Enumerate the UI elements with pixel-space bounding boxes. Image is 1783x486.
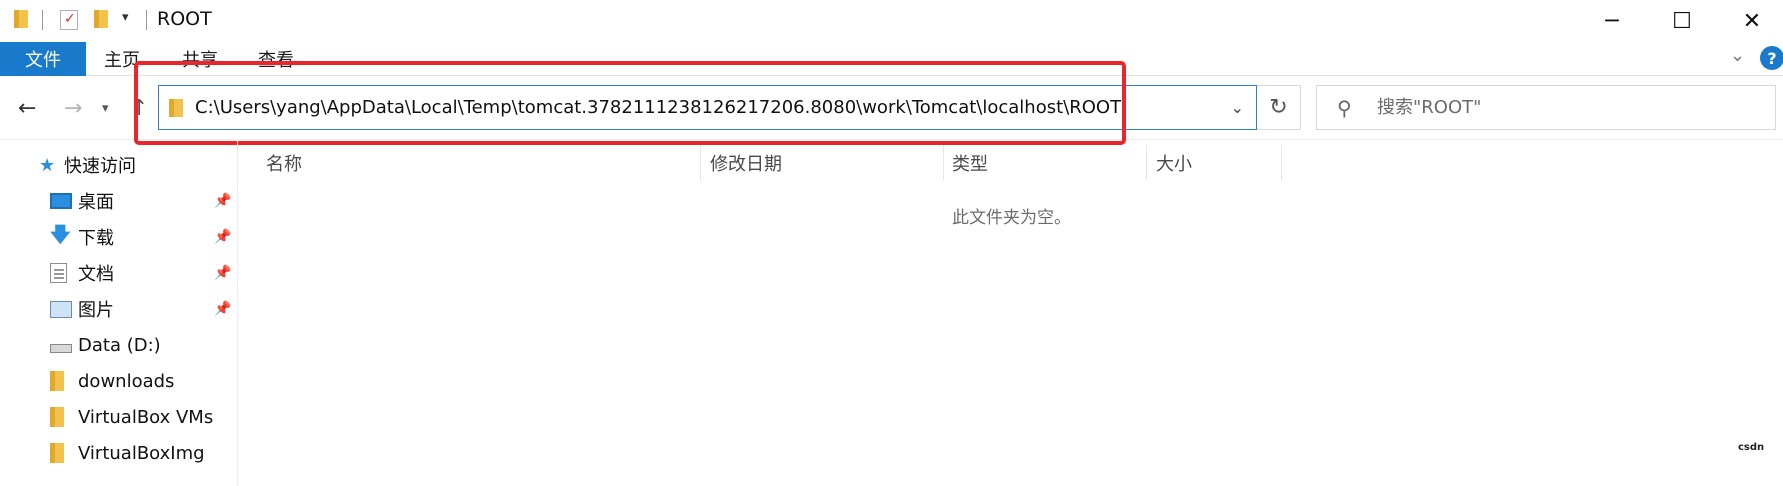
download-icon: 🡇 bbox=[50, 222, 71, 246]
column-header-date-modified[interactable]: 修改日期 bbox=[710, 145, 782, 181]
forward-arrow-icon[interactable]: → bbox=[64, 76, 82, 140]
column-header-size[interactable]: 大小 bbox=[1156, 145, 1192, 181]
pin-icon[interactable]: 📌 bbox=[214, 193, 231, 209]
folder-icon bbox=[14, 10, 28, 28]
search-box[interactable]: ⚲ 搜索"ROOT" bbox=[1316, 85, 1776, 130]
sidebar-item-label: VirtualBox VMs bbox=[78, 406, 214, 428]
sidebar-item-downloads[interactable]: 🡇 下载 📌 bbox=[0, 220, 238, 254]
sidebar-item-label: 文档 bbox=[78, 264, 114, 285]
maximize-icon[interactable]: ☐ bbox=[1642, 0, 1722, 42]
refresh-icon[interactable]: ↻ bbox=[1257, 85, 1301, 130]
column-header-type[interactable]: 类型 bbox=[952, 145, 988, 181]
column-divider[interactable] bbox=[700, 145, 701, 181]
watermark: csdn bbox=[1738, 442, 1765, 453]
folder-icon bbox=[50, 407, 64, 427]
column-divider[interactable] bbox=[1146, 145, 1147, 181]
sidebar-item-label: 图片 bbox=[78, 300, 114, 321]
sidebar-item-label: 快速访问 bbox=[64, 156, 136, 177]
sidebar-item-pictures[interactable]: 图片 📌 bbox=[0, 292, 238, 326]
new-folder-icon[interactable] bbox=[94, 10, 108, 28]
sidebar-item-virtualbox-vms[interactable]: VirtualBox VMs bbox=[0, 400, 238, 434]
minimize-icon[interactable]: ─ bbox=[1572, 0, 1652, 42]
sidebar-item-data-drive[interactable]: Data (D:) bbox=[0, 328, 238, 362]
column-divider[interactable] bbox=[943, 145, 944, 181]
customize-dropdown-icon[interactable]: ▾ bbox=[122, 10, 129, 25]
close-icon[interactable]: ✕ bbox=[1712, 0, 1783, 42]
sidebar-item-label: 下载 bbox=[78, 228, 114, 249]
pin-icon[interactable]: 📌 bbox=[214, 265, 231, 281]
desktop-icon bbox=[50, 193, 72, 209]
help-icon[interactable]: ? bbox=[1760, 46, 1783, 70]
column-header-name[interactable]: 名称 bbox=[266, 145, 302, 181]
window-title: ROOT bbox=[157, 8, 212, 30]
sidebar-item-virtualboximg[interactable]: VirtualBoxImg bbox=[0, 436, 238, 470]
back-arrow-icon[interactable]: ← bbox=[18, 76, 36, 140]
ribbon-expand-chevron-icon[interactable]: ⌄ bbox=[1730, 45, 1745, 66]
sidebar-item-documents[interactable]: 文档 📌 bbox=[0, 256, 238, 290]
drive-icon bbox=[50, 343, 72, 353]
sidebar-item-label: 桌面 bbox=[78, 192, 114, 213]
navigation-pane: ★ 快速访问 桌面 📌 🡇 下载 📌 文档 📌 图片 📌 Data (D:) d… bbox=[0, 140, 238, 486]
address-history-chevron-icon[interactable]: ⌄ bbox=[1231, 86, 1244, 129]
folder-icon bbox=[50, 443, 64, 463]
document-icon bbox=[50, 263, 67, 283]
column-divider[interactable] bbox=[1281, 145, 1282, 181]
properties-icon[interactable] bbox=[60, 10, 78, 30]
sidebar-item-label: downloads bbox=[78, 370, 175, 392]
title-bar: ▾ ROOT ─ ☐ ✕ bbox=[0, 0, 1783, 42]
tab-file[interactable]: 文件 bbox=[0, 42, 86, 76]
sidebar-item-downloads-folder[interactable]: downloads bbox=[0, 364, 238, 398]
empty-folder-message: 此文件夹为空。 bbox=[952, 208, 1071, 228]
search-input[interactable]: 搜索"ROOT" bbox=[1377, 86, 1481, 129]
address-highlight-annotation bbox=[134, 61, 1126, 145]
star-icon: ★ bbox=[39, 154, 56, 176]
sidebar-item-label: Data (D:) bbox=[78, 334, 161, 356]
pin-icon[interactable]: 📌 bbox=[214, 229, 231, 245]
pin-icon[interactable]: 📌 bbox=[214, 301, 231, 317]
folder-icon bbox=[50, 371, 64, 391]
sidebar-item-quick-access[interactable]: ★ 快速访问 bbox=[0, 148, 238, 182]
sidebar-item-label: VirtualBoxImg bbox=[78, 442, 205, 464]
toolbar-separator bbox=[146, 10, 147, 30]
sidebar-item-desktop[interactable]: 桌面 📌 bbox=[0, 184, 238, 218]
recent-locations-chevron-icon[interactable]: ▾ bbox=[102, 76, 109, 140]
search-icon: ⚲ bbox=[1337, 96, 1352, 120]
toolbar-separator bbox=[42, 10, 43, 30]
picture-icon bbox=[50, 300, 72, 318]
